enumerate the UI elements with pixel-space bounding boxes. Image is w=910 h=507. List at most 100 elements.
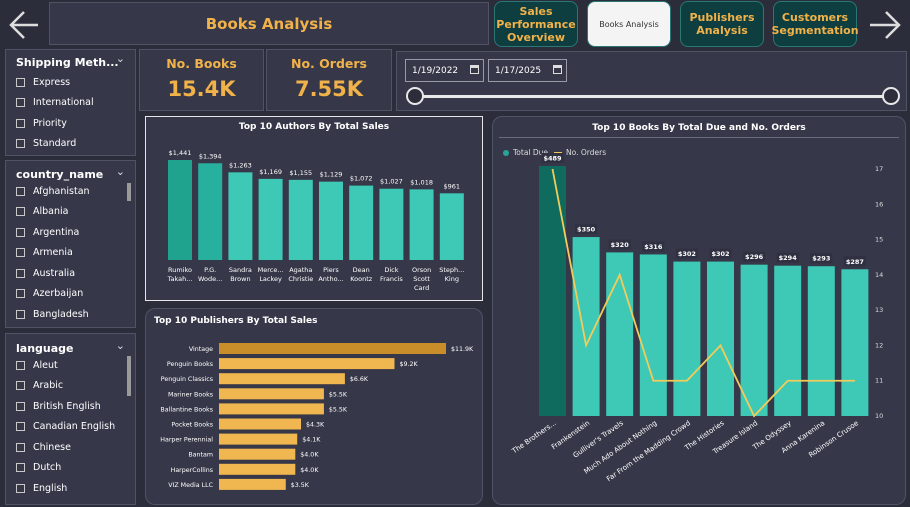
y2-tick-label: 11 — [875, 377, 883, 385]
data-label: $1,027 — [380, 178, 403, 186]
tick-label: Piers — [323, 266, 339, 274]
kpi-value: 15.4K — [167, 77, 236, 101]
slider-start-handle[interactable] — [406, 87, 424, 105]
nav-sales-performance[interactable]: Sales Performance Overview — [494, 1, 578, 47]
checkbox[interactable] — [16, 98, 25, 108]
country-slicer: country_name ⌄ Afghanistan Albania Argen… — [5, 160, 136, 328]
nav-customers-segmentation[interactable]: Customers Segmentation — [771, 1, 859, 47]
tick-label: Christie — [288, 275, 313, 283]
checkbox[interactable] — [16, 463, 25, 473]
arrow-right-icon — [870, 11, 901, 39]
start-date-input[interactable]: 1/19/2022 — [405, 59, 484, 82]
list-item[interactable]: International — [16, 93, 135, 114]
bar — [774, 265, 802, 416]
bar — [288, 179, 313, 260]
tick-label: P.G. — [204, 266, 216, 274]
list-item[interactable]: Dutch — [16, 458, 135, 479]
checkbox[interactable] — [16, 268, 25, 278]
end-date-input[interactable]: 1/17/2025 — [488, 59, 567, 82]
data-label: $9.2K — [399, 361, 418, 368]
data-label: $316 — [644, 243, 663, 251]
list-item[interactable]: Canadian English — [16, 417, 135, 438]
arrow-left-icon — [9, 11, 38, 39]
bar — [219, 463, 296, 475]
list-item[interactable]: Australia — [16, 263, 135, 284]
data-label: $6.6K — [350, 376, 369, 383]
checkbox[interactable] — [16, 77, 25, 87]
list-item[interactable]: Albania — [16, 202, 135, 223]
bar — [439, 193, 464, 260]
slider-track[interactable] — [415, 95, 891, 98]
data-label: $1,394 — [199, 152, 222, 160]
checkbox[interactable] — [16, 360, 25, 370]
bar — [409, 189, 434, 260]
bar — [219, 418, 302, 430]
calendar-icon[interactable] — [470, 65, 479, 74]
checkbox[interactable] — [16, 309, 25, 319]
date-range-slicer: 1/19/2022 1/17/2025 — [396, 51, 907, 111]
list-item[interactable]: Bangladesh — [16, 304, 135, 325]
y2-tick-label: 14 — [875, 271, 883, 279]
checkbox[interactable] — [16, 381, 25, 391]
calendar-icon[interactable] — [553, 65, 562, 74]
tick-label: Agatha — [289, 266, 312, 274]
bar — [673, 261, 701, 416]
checkbox[interactable] — [16, 248, 25, 258]
books-combo-chart: 1716151413121110$489The Brothers...$350F… — [510, 153, 883, 483]
back-arrow-button[interactable] — [4, 4, 46, 46]
data-label: $5.5K — [329, 391, 348, 398]
tick-label: Dick — [384, 266, 398, 274]
list-item[interactable]: Argentina — [16, 222, 135, 243]
tick-label: Merce... — [258, 266, 284, 274]
checkbox[interactable] — [16, 442, 25, 452]
list-item[interactable]: British English — [16, 396, 135, 417]
tick-label: Vintage — [189, 346, 213, 353]
checkbox[interactable] — [16, 227, 25, 237]
data-label: $4.0K — [300, 467, 319, 474]
checkbox[interactable] — [16, 483, 25, 493]
nav-publishers-analysis[interactable]: Publishers Analysis — [680, 1, 764, 47]
bar — [219, 403, 324, 415]
list-item[interactable]: Standard — [16, 134, 135, 155]
checkbox[interactable] — [16, 289, 25, 299]
scrollbar[interactable] — [127, 183, 131, 201]
checkbox[interactable] — [16, 401, 25, 411]
bar — [539, 166, 566, 416]
list-item[interactable]: Aleut — [16, 355, 135, 376]
tick-label: King — [445, 275, 459, 283]
scrollbar[interactable] — [127, 356, 131, 396]
chevron-down-icon[interactable]: ⌄ — [116, 165, 125, 178]
list-item[interactable]: Express — [16, 72, 135, 93]
tick-label: Ballantine Books — [160, 406, 213, 413]
tick-label: VIZ Media LLC — [168, 482, 213, 489]
chevron-down-icon[interactable]: ⌄ — [116, 52, 125, 65]
checkbox[interactable] — [16, 186, 25, 196]
nav-books-analysis[interactable]: Books Analysis — [587, 1, 671, 47]
slider-end-handle[interactable] — [882, 87, 900, 105]
publishers-bar-chart: Vintage $11.9K Penguin Books $9.2K Penguin C… — [160, 343, 474, 490]
kpi-label: No. Orders — [291, 56, 367, 71]
checkbox[interactable] — [16, 422, 25, 432]
tick-label: Harper Perennial — [160, 437, 213, 444]
chevron-down-icon[interactable]: ⌄ — [116, 339, 125, 352]
tick-label: Koontz — [350, 275, 373, 283]
kpi-value: 7.55K — [294, 77, 364, 101]
checkbox[interactable] — [16, 118, 25, 128]
bar — [707, 261, 734, 416]
bar — [219, 388, 324, 400]
list-item[interactable]: Arabic — [16, 376, 135, 397]
bar — [639, 254, 667, 416]
checkbox[interactable] — [16, 139, 25, 149]
list-item[interactable]: Priority — [16, 113, 135, 134]
forward-arrow-button[interactable] — [864, 4, 906, 46]
list-item[interactable]: Chinese — [16, 437, 135, 458]
checkbox[interactable] — [16, 207, 25, 217]
data-label: $293 — [812, 255, 830, 263]
list-item[interactable]: Armenia — [16, 243, 135, 264]
bar — [219, 448, 296, 460]
y2-tick-label: 16 — [875, 200, 883, 208]
data-label: $296 — [745, 253, 764, 261]
list-item[interactable]: Azerbaijan — [16, 284, 135, 305]
list-item[interactable]: English — [16, 478, 135, 499]
list-item[interactable]: Afghanistan — [16, 181, 135, 202]
